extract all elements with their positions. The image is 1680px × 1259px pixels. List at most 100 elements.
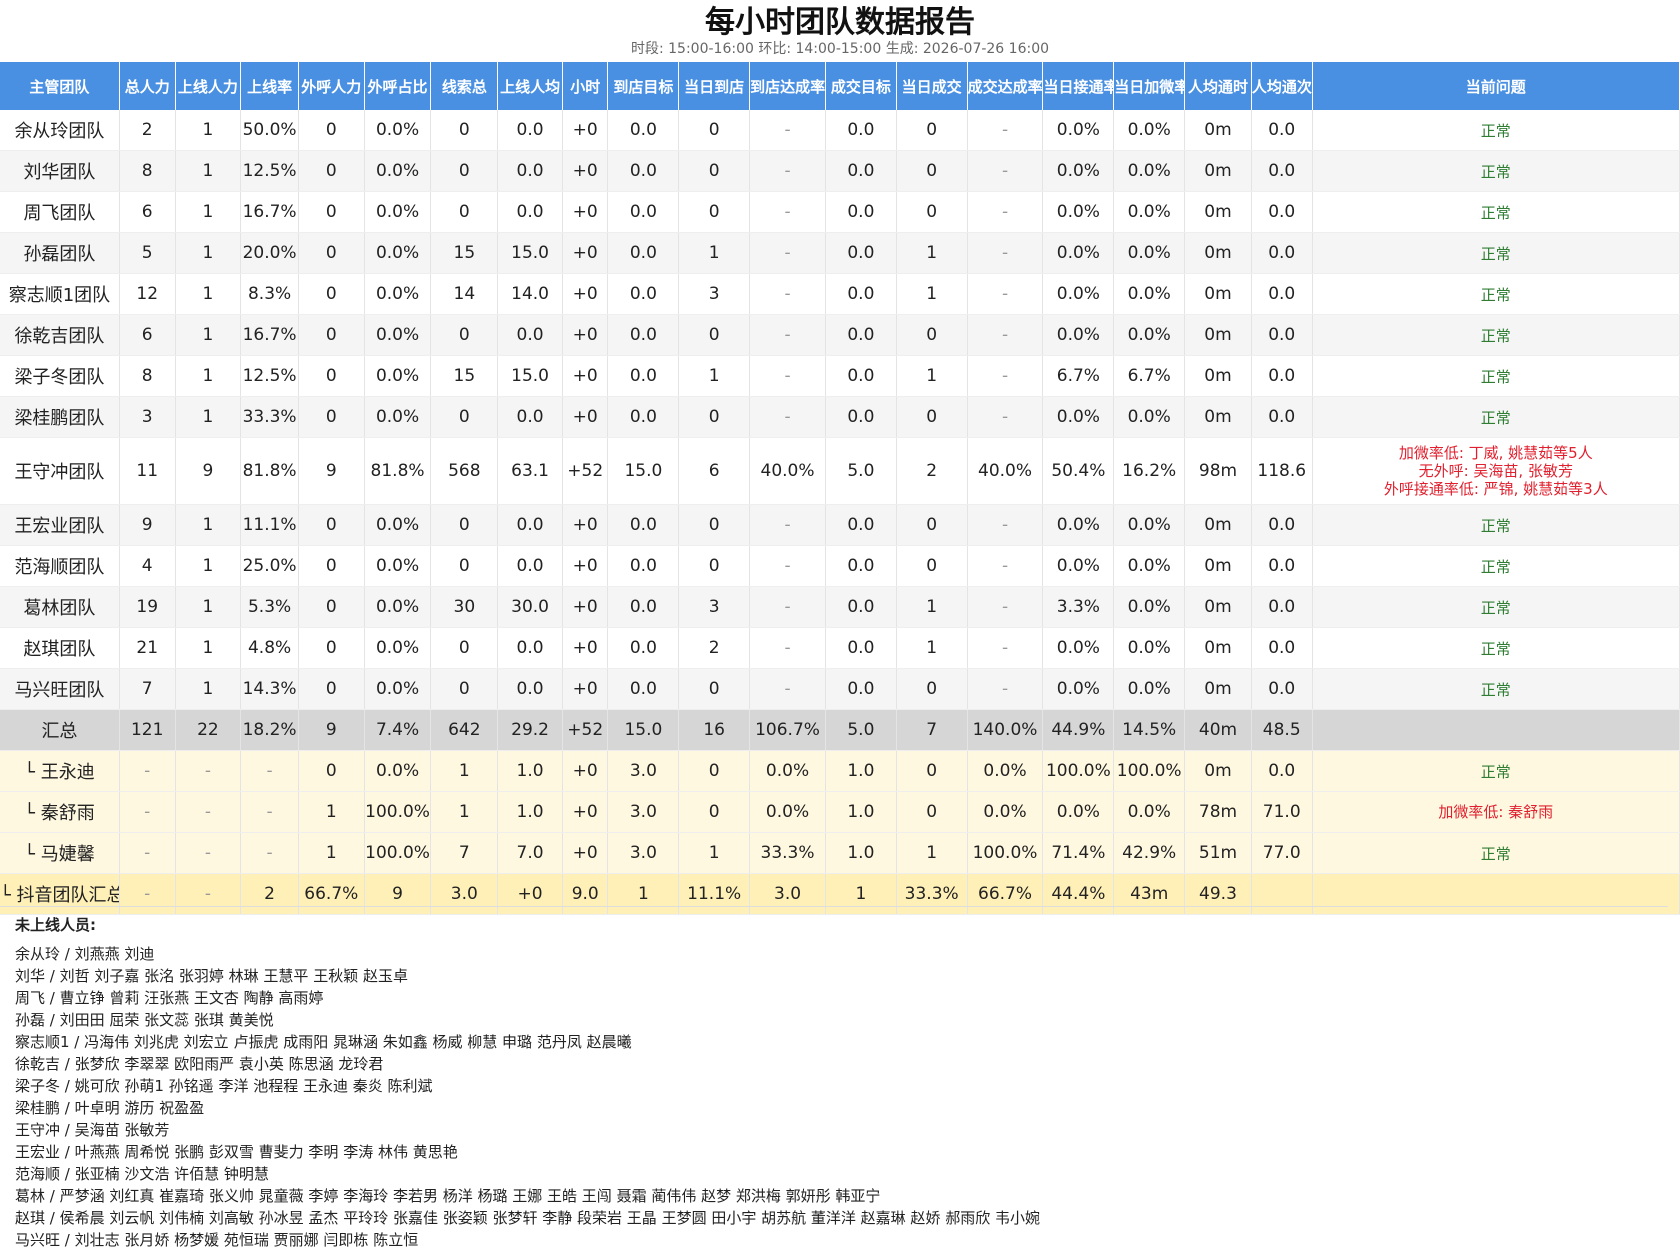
data-cell: 50.0% [240,110,299,151]
data-cell: 0.0% [364,750,432,792]
data-cell: 0.0 [1251,232,1313,274]
table-row: 察志顺1团队 12 1 8.3% 0 0.0% 14 14.0 +0 0.0 3-0.0 1-0.0%… [0,273,1680,315]
data-cell: 0 [298,668,365,710]
data-cell: 11 [119,437,176,505]
data-cell: 77.0 [1251,832,1313,874]
data-cell: 0.0 [497,150,563,192]
status-issue: 加微率低: 丁威, 姚慧茹等5人 [1398,444,1593,462]
data-cell: 0 [298,586,365,628]
data-cell: +0 [562,232,609,274]
data-cell: 40.0% [749,437,826,505]
team-name-cell: └ 秦舒雨 [0,791,120,833]
team-name-cell: 察志顺1团队 [0,273,120,315]
team-name-cell: 王宏业团队 [0,504,120,546]
data-cell: 1 [175,668,242,710]
data-cell: - [749,273,826,315]
data-cell: 0 [678,150,751,192]
data-cell: 1.0 [497,791,563,833]
data-cell: 16.2% [1113,437,1186,505]
data-cell: 0.0% [1042,314,1115,356]
data-cell: 0m [1184,110,1252,151]
data-cell: 0.0 [1251,396,1313,438]
data-cell: 3 [678,273,751,315]
status-cell: 加微率低: 秦舒雨 [1312,791,1680,833]
offline-line: 梁桂鹏 / 叶卓明 游历 祝盈盈 [15,1099,205,1117]
data-cell: 0.0% [1113,504,1186,546]
data-cell: 0.0 [607,627,680,669]
data-cell: 0m [1184,586,1252,628]
data-cell: - [749,232,826,274]
status-cell: 正常 [1312,191,1680,233]
data-cell: 0.0% [364,232,432,274]
data-cell: 4.8% [240,627,299,669]
data-cell: - [749,586,826,628]
team-name-cell: 余从玲团队 [0,110,120,151]
team-name-cell: 孙磊团队 [0,232,120,274]
data-cell: 40m [1184,709,1252,751]
data-cell: 2 [678,627,751,669]
data-cell: 3 [678,586,751,628]
data-cell: 3.0 [607,832,680,874]
team-name-cell: 周飞团队 [0,191,120,233]
data-cell: 0.0% [749,750,826,792]
column-header: 人均通次 [1251,62,1313,110]
data-cell: +0 [562,627,609,669]
data-cell: 0.0 [825,110,897,151]
data-cell: 0 [430,627,499,669]
column-header: 外呼人力 [298,62,365,110]
data-cell: 0 [430,668,499,710]
data-cell: 0.0 [825,191,897,233]
data-cell: - [967,314,1044,356]
data-cell: 9 [175,437,242,505]
data-cell: 0.0 [607,314,680,356]
data-cell: 1.0 [825,791,897,833]
data-cell: 0.0 [825,545,897,587]
data-cell: 0.0 [825,668,897,710]
data-cell: 0.0 [607,504,680,546]
data-cell: +52 [562,437,609,505]
data-cell: 121 [119,709,176,751]
data-cell: 0.0 [825,627,897,669]
data-cell: 0 [678,545,751,587]
data-cell: 0.0 [607,586,680,628]
offline-line: 王宏业 / 叶燕燕 周希悦 张鹏 彭双雪 曹斐力 李明 李涛 林伟 黄思艳 [15,1143,458,1161]
data-cell: 0 [298,110,365,151]
offline-line: 孙磊 / 刘田田 屈荣 张文蕊 张琪 黄美悦 [15,1011,274,1029]
data-cell: 1 [175,273,242,315]
data-cell: 0.0% [364,273,432,315]
data-cell: 1 [175,314,242,356]
data-cell: 0 [298,232,365,274]
data-cell: 0 [678,504,751,546]
section-divider [0,906,1668,907]
data-cell: 0 [298,191,365,233]
data-cell: 15.0 [497,355,563,397]
data-cell: +0 [562,355,609,397]
data-cell: 22 [175,709,242,751]
team-name-cell: 范海顺团队 [0,545,120,587]
table-row: 葛林团队 19 1 5.3% 0 0.0% 30 30.0 +0 0.0 3-0.0 1-3.3% 0.… [0,586,1680,628]
report-subtitle: 时段: 15:00-16:00 环比: 14:00-15:00 生成: 2026… [630,41,1050,57]
team-name-cell: 徐乾吉团队 [0,314,120,356]
data-cell: - [967,273,1044,315]
data-cell: 0.0 [1251,273,1313,315]
data-cell: 48.5 [1251,709,1313,751]
data-cell: 0.0% [1113,791,1186,833]
data-cell: 1 [896,232,968,274]
data-cell: 0 [678,191,751,233]
data-cell: 0.0 [607,545,680,587]
data-cell: 11.1% [240,504,299,546]
data-cell: - [175,791,242,833]
data-cell: - [967,627,1044,669]
data-cell: 51m [1184,832,1252,874]
data-cell: - [175,832,242,874]
data-cell: 0 [896,545,968,587]
data-cell: - [240,750,299,792]
data-cell: +0 [562,110,609,151]
column-header: 主管团队 [0,62,120,110]
data-cell: 0.0% [1113,668,1186,710]
data-cell: 1 [175,627,242,669]
data-cell: 33.3% [240,396,299,438]
offline-line: 余从玲 / 刘燕燕 刘迪 [15,945,155,963]
status-cell: 正常 [1312,750,1680,792]
data-cell: 14.0 [497,273,563,315]
